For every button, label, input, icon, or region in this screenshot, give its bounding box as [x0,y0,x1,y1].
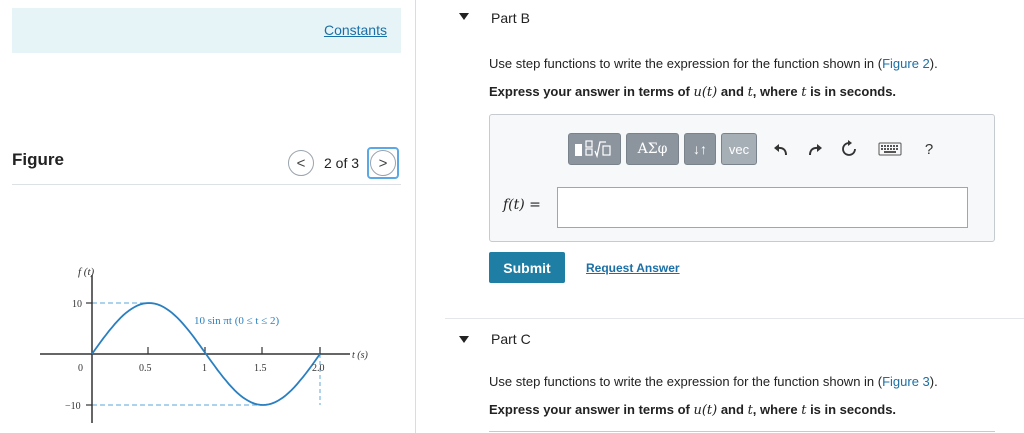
subscript-superscript-button[interactable]: ↓↑ [684,133,716,165]
part-c-title: Part C [491,331,531,347]
instruction-text: and [717,402,748,417]
part-b-instruction: Express your answer in terms of u(t) and… [489,84,896,100]
part-b-header[interactable]: Part B [445,0,1024,40]
x-tick-label-1: 1 [202,363,207,374]
request-answer-link[interactable]: Request Answer [586,261,680,275]
keyboard-icon [878,142,902,156]
templates-icon [574,140,611,159]
chevron-right-icon: > [378,154,388,172]
part-b-question: Use step functions to write the expressi… [489,56,938,71]
part-c-header[interactable]: Part C [445,318,1024,362]
reset-button[interactable] [834,134,864,164]
y-tick-label-neg10: −10 [65,401,81,412]
part-c-figure-link[interactable]: Figure 3 [882,374,930,389]
collapse-triangle-icon[interactable] [459,13,469,20]
next-figure-focus-ring: > [367,147,400,179]
x-tick-label-1-5: 1.5 [254,363,267,374]
instruction-text: Express your answer in terms of [489,84,694,99]
part-c-question-end: ). [929,374,938,389]
y-tick-label-10: 10 [72,299,82,310]
keyboard-button[interactable] [874,134,906,164]
y-tick-label-0: 0 [78,363,83,374]
figure-heading: Figure [12,150,64,169]
part-b-question-text: Use step functions to write the expressi… [489,56,883,71]
submit-button[interactable]: Submit [489,252,565,283]
constants-bar: Constants [12,8,401,53]
redo-icon [809,144,822,156]
math-toolbar: ΑΣφ ↓↑ vec ? [568,133,944,165]
undo-button[interactable] [766,134,796,164]
answer-label: f(t) = [503,197,541,213]
instruction-text: , where [752,402,802,417]
x-tick-label-0-5: 0.5 [139,363,152,374]
reset-icon [842,140,856,156]
figure-navigation: < 2 of 3 > [288,147,400,179]
previous-figure-button[interactable]: < [288,150,314,176]
math-u-of-t: u(t) [693,403,718,418]
curve-label: 10 sin πt (0 ≤ t ≤ 2) [194,315,279,327]
part-c-question-text: Use step functions to write the expressi… [489,374,883,389]
x-axis-label: t (s) [352,350,369,361]
part-c-answer-box-edge [489,431,995,432]
templates-button[interactable] [568,133,621,165]
instruction-text: , where [752,84,802,99]
part-c-question: Use step functions to write the expressi… [489,374,938,389]
instruction-text: is in seconds. [806,402,897,417]
x-tick-label-2: 2.0 [312,363,325,374]
collapse-triangle-icon[interactable] [459,336,469,343]
question-panel: Part B Use step functions to write the e… [445,0,1024,433]
part-b-title: Part B [491,10,530,26]
part-c-instruction: Express your answer in terms of u(t) and… [489,402,896,418]
math-u-of-t: u(t) [693,85,718,100]
figure-divider [12,184,401,185]
figure-panel: Constants Figure < 2 of 3 > f (t) t (s) … [0,0,416,433]
part-b-figure-link[interactable]: Figure 2 [882,56,930,71]
next-figure-button[interactable]: > [370,150,397,176]
help-button[interactable]: ? [914,134,944,164]
answer-box: ΑΣφ ↓↑ vec ? f(t) = [489,114,995,242]
constants-link[interactable]: Constants [324,22,387,38]
figure-graph: f (t) t (s) 10 sin πt (0 ≤ t ≤ 2) 10 0 −… [40,266,369,423]
answer-input[interactable] [557,187,968,228]
y-axis-label: f (t) [78,266,95,278]
chevron-left-icon: < [296,154,306,172]
instruction-text: is in seconds. [806,84,897,99]
instruction-text: Express your answer in terms of [489,402,694,417]
redo-button[interactable] [800,134,830,164]
greek-symbols-button[interactable]: ΑΣφ [626,133,679,165]
part-b-question-end: ). [929,56,938,71]
figure-counter: 2 of 3 [324,155,360,171]
instruction-text: and [717,84,748,99]
vector-button[interactable]: vec [721,133,757,165]
undo-icon [774,144,787,156]
